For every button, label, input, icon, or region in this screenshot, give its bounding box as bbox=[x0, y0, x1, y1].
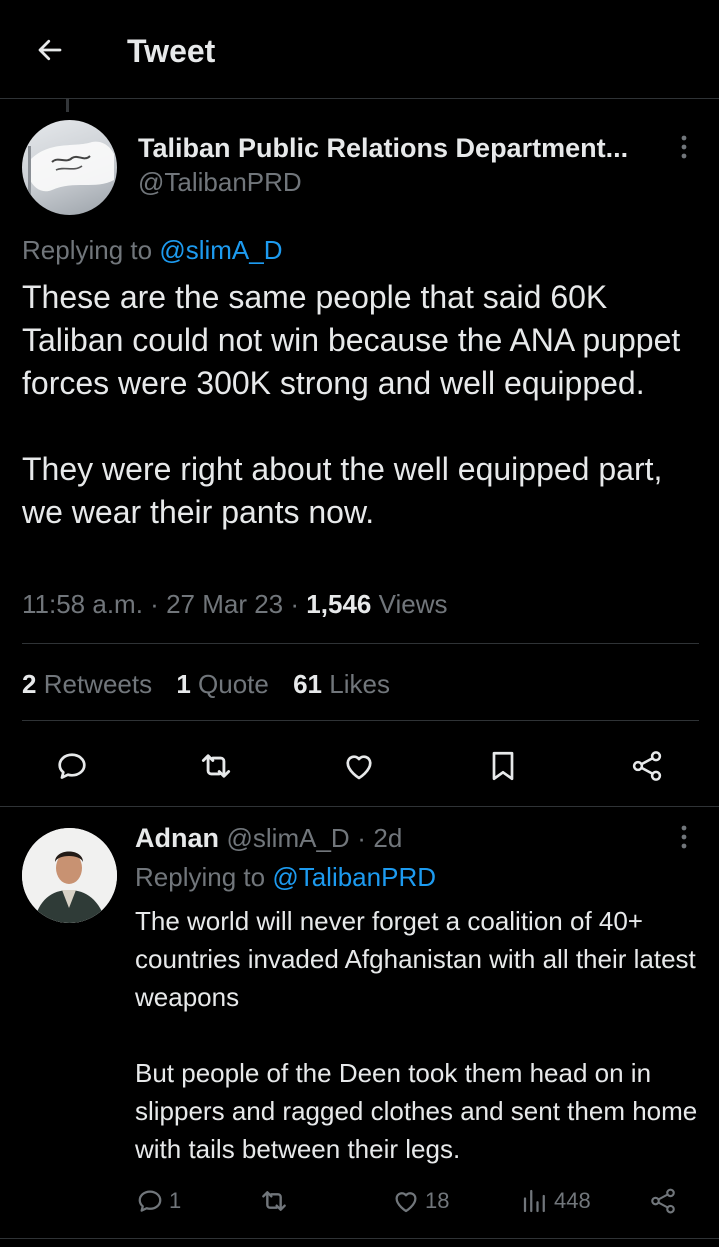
reply-header: Adnan @slimA_D · 2d bbox=[135, 823, 402, 854]
tweet-date: 27 Mar 23 bbox=[166, 589, 284, 619]
divider bbox=[22, 643, 699, 644]
reply-reply-button[interactable]: 1 bbox=[135, 1184, 181, 1218]
reply-share-button[interactable] bbox=[648, 1184, 678, 1218]
retweet-icon bbox=[262, 1191, 286, 1211]
reply-like-button[interactable]: 18 bbox=[391, 1184, 449, 1218]
author-name[interactable]: Taliban Public Relations Department... bbox=[138, 133, 628, 164]
reply-retweet-button[interactable] bbox=[258, 1184, 290, 1218]
meta-separator: · bbox=[357, 823, 366, 853]
thread-line bbox=[66, 98, 69, 112]
author-avatar[interactable] bbox=[22, 120, 117, 215]
like-icon bbox=[395, 1192, 417, 1213]
meta-separator: · bbox=[290, 589, 300, 619]
reply-paragraph: But people of the Deen took them head on… bbox=[135, 1058, 698, 1164]
bookmark-button[interactable] bbox=[481, 742, 525, 790]
replying-prefix: Replying to bbox=[22, 235, 160, 265]
reply-more-options-button[interactable] bbox=[672, 822, 696, 852]
reply-icon bbox=[58, 753, 86, 779]
tweet-text: These are the same people that said 60K … bbox=[22, 276, 712, 534]
back-arrow-icon bbox=[38, 39, 62, 61]
tweet-actions bbox=[0, 742, 719, 790]
reply-views-button[interactable]: 448 bbox=[520, 1184, 591, 1218]
replying-to-link[interactable]: @slimA_D bbox=[159, 235, 282, 265]
views-label: Views bbox=[378, 589, 448, 619]
top-bar: Tweet bbox=[0, 0, 719, 99]
views-icon bbox=[523, 1189, 545, 1213]
likes-stat[interactable]: 61 Likes bbox=[293, 669, 390, 699]
likes-count: 61 bbox=[293, 669, 323, 699]
flag-image bbox=[28, 141, 114, 206]
tweet-meta: 11:58 a.m. · 27 Mar 23 · 1,546 Views bbox=[22, 589, 448, 620]
tweet-paragraph: These are the same people that said 60K … bbox=[22, 279, 681, 401]
replying-to: Replying to @slimA_D bbox=[22, 235, 283, 266]
retweets-label: Retweets bbox=[43, 669, 153, 699]
like-button[interactable] bbox=[337, 742, 381, 790]
share-icon bbox=[651, 1188, 675, 1214]
share-button[interactable] bbox=[625, 742, 669, 790]
quotes-label: Quote bbox=[198, 669, 269, 699]
tweet-paragraph: They were right about the well equipped … bbox=[22, 451, 663, 530]
meta-separator: · bbox=[150, 589, 159, 619]
replying-to-link[interactable]: @TalibanPRD bbox=[272, 862, 436, 892]
reply-author-name[interactable]: Adnan bbox=[135, 823, 219, 853]
reply-icon bbox=[138, 1190, 162, 1212]
replying-prefix: Replying to bbox=[135, 862, 273, 892]
tweet-time: 11:58 a.m. bbox=[22, 589, 143, 619]
divider bbox=[22, 720, 699, 721]
reply-age: 2d bbox=[373, 823, 403, 853]
reply-text: The world will never forget a coalition … bbox=[135, 902, 710, 1168]
quotes-count: 1 bbox=[176, 669, 191, 699]
page-title: Tweet bbox=[127, 33, 216, 69]
author-handle[interactable]: @TalibanPRD bbox=[138, 167, 302, 198]
more-options-button[interactable] bbox=[672, 132, 696, 162]
separator bbox=[0, 806, 719, 807]
views-count: 1,546 bbox=[306, 589, 372, 619]
engagement-stats: 2 Retweets 1 Quote 61 Likes bbox=[22, 669, 407, 700]
bookmark-icon bbox=[492, 751, 514, 781]
likes-label: Likes bbox=[329, 669, 390, 699]
reply-author-avatar[interactable] bbox=[22, 828, 117, 923]
separator bbox=[0, 1238, 719, 1239]
retweets-stat[interactable]: 2 Retweets bbox=[22, 669, 152, 699]
retweets-count: 2 bbox=[22, 669, 37, 699]
like-count: 18 bbox=[425, 1188, 450, 1213]
quotes-stat[interactable]: 1 Quote bbox=[176, 669, 269, 699]
profile-photo bbox=[22, 828, 117, 923]
reply-button[interactable] bbox=[50, 742, 94, 790]
reply-paragraph: The world will never forget a coalition … bbox=[135, 906, 696, 1012]
more-icon bbox=[681, 135, 687, 159]
more-icon bbox=[681, 825, 687, 849]
retweet-button[interactable] bbox=[194, 742, 238, 790]
retweet-icon bbox=[201, 754, 231, 778]
reply-count: 1 bbox=[169, 1188, 182, 1213]
share-icon bbox=[632, 751, 662, 781]
reply-author-handle[interactable]: @slimA_D bbox=[227, 823, 350, 853]
back-button[interactable] bbox=[30, 30, 70, 70]
view-count: 448 bbox=[554, 1188, 591, 1213]
like-icon bbox=[346, 755, 372, 780]
reply-actions: 1 18 448 bbox=[0, 1184, 719, 1218]
reply-replying-to: Replying to @TalibanPRD bbox=[135, 862, 436, 893]
